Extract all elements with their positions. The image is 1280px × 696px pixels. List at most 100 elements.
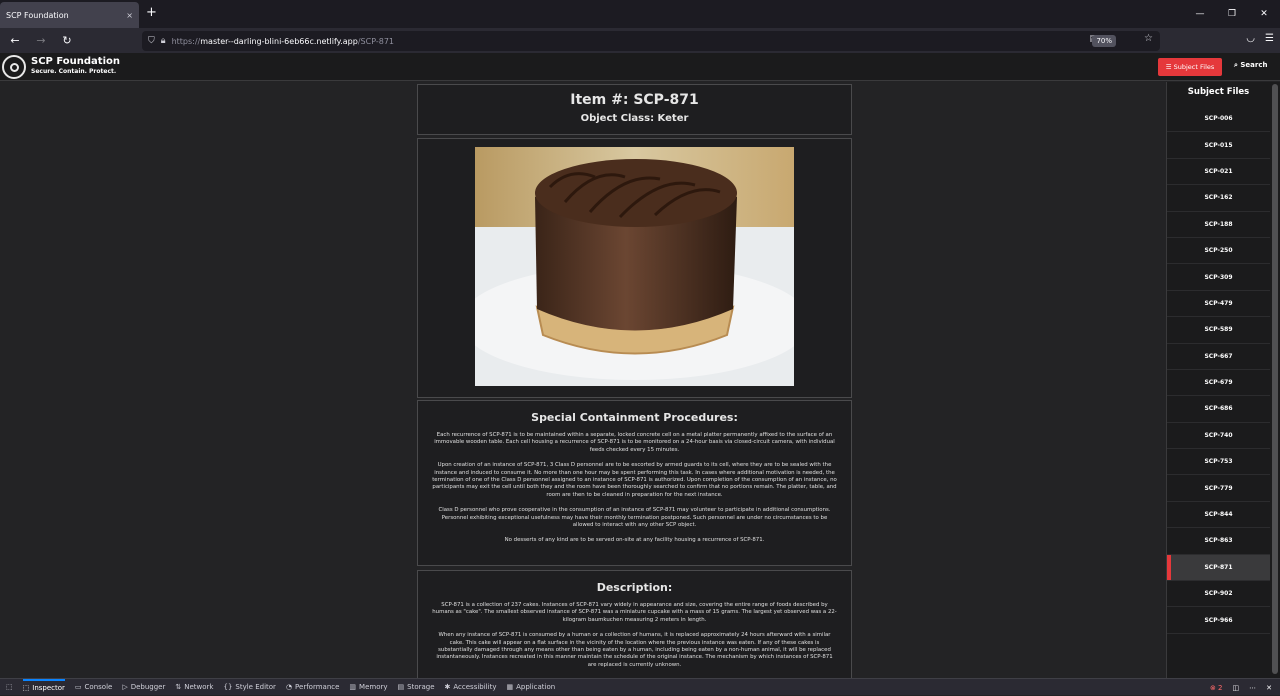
zoom-level[interactable]: 70% xyxy=(1092,35,1116,47)
description-title: Description: xyxy=(596,581,673,594)
subject-files-button[interactable]: ☰ Subject Files xyxy=(1158,58,1222,76)
minimize-icon[interactable]: — xyxy=(1184,0,1216,28)
sidebar-item-scp-779[interactable]: SCP-779 xyxy=(1167,475,1270,502)
devtools-tab-accessibility[interactable]: ✱ Accessibility xyxy=(445,679,497,696)
pick-element-icon[interactable]: ⬚ xyxy=(6,679,13,696)
shield-icon[interactable]: ⛉ xyxy=(148,36,155,46)
sidebar-item-scp-162[interactable]: SCP-162 xyxy=(1167,185,1270,212)
more-icon[interactable]: ⋯ xyxy=(1249,684,1256,692)
bookmark-star-icon[interactable]: ☆ xyxy=(1144,33,1153,44)
devtools-tab-label: Application xyxy=(516,683,556,691)
close-window-icon[interactable]: ✕ xyxy=(1248,0,1280,28)
devtools-tab-performance[interactable]: ◔ Performance xyxy=(286,679,339,696)
site-brand[interactable]: SCP Foundation xyxy=(31,56,120,67)
sidebar-item-scp-863[interactable]: SCP-863 xyxy=(1167,528,1270,555)
browser-tab-strip: SCP Foundation × + — ❐ ✕ xyxy=(0,0,1280,28)
pocket-icon[interactable]: ◡ xyxy=(1246,33,1255,44)
sidebar-item-scp-753[interactable]: SCP-753 xyxy=(1167,449,1270,476)
window-controls: — ❐ ✕ xyxy=(1184,0,1280,28)
close-devtools-icon[interactable]: ✕ xyxy=(1266,684,1272,692)
containment-paragraph: Each recurrence of SCP-871 is to be main… xyxy=(434,432,835,453)
sidebar-item-scp-021[interactable]: SCP-021 xyxy=(1167,159,1270,186)
devtools-tab-inspector[interactable]: ⬚ Inspector xyxy=(22,678,65,696)
forward-icon[interactable]: → xyxy=(30,31,52,51)
scrollbar[interactable] xyxy=(1270,82,1280,678)
address-bar[interactable]: ⛉ 🔒︎ https:// master--darling-blini-6eb6… xyxy=(142,31,1160,51)
containment-paragraph: No desserts of any kind are to be served… xyxy=(504,537,765,544)
site-header: SCP Foundation Secure. Contain. Protect.… xyxy=(0,53,1280,81)
sidebar-item-scp-740[interactable]: SCP-740 xyxy=(1167,423,1270,450)
back-icon[interactable]: ← xyxy=(4,31,26,51)
scp-871-cake-image xyxy=(475,147,794,386)
performance-icon: ◔ xyxy=(285,683,293,691)
devtools-right: ⊗ 2 ◫ ⋯ ✕ xyxy=(1210,679,1272,696)
sidebar-item-scp-686[interactable]: SCP-686 xyxy=(1167,396,1270,423)
sidebar-item-scp-902[interactable]: SCP-902 xyxy=(1167,581,1270,608)
sidebar-item-scp-250[interactable]: SCP-250 xyxy=(1167,238,1270,265)
browser-tab[interactable]: SCP Foundation × xyxy=(0,2,139,28)
containment-title: Special Containment Procedures: xyxy=(531,411,738,424)
url-host: master--darling-blini-6eb66c.netlify.app xyxy=(200,36,358,46)
menu-icon[interactable]: ☰ xyxy=(1265,33,1274,44)
sidebar-item-scp-188[interactable]: SCP-188 xyxy=(1167,212,1270,238)
containment-paragraph: Class D personnel who prove cooperative … xyxy=(438,507,831,529)
devtools-toolbar: ⬚ ⬚ Inspector ▭ Console ▷ Debugger ⇅ Network{} S… xyxy=(0,678,1280,695)
devtools-tab-label: Console xyxy=(84,683,113,691)
inspector-icon: ⬚ xyxy=(22,684,30,692)
tab-close-icon[interactable]: × xyxy=(126,11,133,20)
sidebar-item-scp-589[interactable]: SCP-589 xyxy=(1167,317,1270,344)
sidebar-item-scp-309[interactable]: SCP-309 xyxy=(1167,264,1270,291)
reload-icon[interactable]: ↻ xyxy=(56,31,78,51)
image-card xyxy=(417,138,852,398)
devtools-tab-console[interactable]: ▭ Console xyxy=(75,679,112,696)
description-paragraph: SCP-871 is a collection of 237 cakes. In… xyxy=(432,602,837,623)
devtools-tab-style-editor[interactable]: {} Style Editor xyxy=(223,679,275,696)
containment-card: Special Containment Procedures: Each rec… xyxy=(417,400,852,566)
sidebar-item-scp-667[interactable]: SCP-667 xyxy=(1167,344,1270,370)
console-icon: ▭ xyxy=(74,683,82,691)
error-count-badge[interactable]: ⊗ 2 xyxy=(1210,684,1223,692)
devtools-tab-label: Network xyxy=(184,683,214,691)
dock-icon[interactable]: ◫ xyxy=(1233,684,1240,692)
devtools-tab-label: Storage xyxy=(407,683,435,691)
new-tab-icon[interactable]: + xyxy=(146,5,157,20)
restore-icon[interactable]: ❐ xyxy=(1216,0,1248,28)
sidebar-item-scp-844[interactable]: SCP-844 xyxy=(1167,502,1270,529)
devtools-tab-label: Performance xyxy=(295,683,340,691)
description-card: Description: SCP-871 is a collection of … xyxy=(417,570,852,678)
sidebar-item-scp-871[interactable]: SCP-871 xyxy=(1167,554,1270,582)
devtools-tab-network[interactable]: ⇅ Network xyxy=(175,679,213,696)
devtools-tab-label: Accessibility xyxy=(453,683,497,691)
containment-paragraph: Upon creation of an instance of SCP-871,… xyxy=(432,462,837,498)
lock-icon[interactable]: 🔒︎ xyxy=(161,36,166,46)
application-icon: ▦ xyxy=(506,683,514,691)
devtools-tab-application[interactable]: ▦ Application xyxy=(506,679,555,696)
object-class: Object Class: Keter xyxy=(580,113,689,124)
url-protocol: https:// xyxy=(171,36,201,46)
sidebar-item-scp-966[interactable]: SCP-966 xyxy=(1167,607,1270,634)
scp-logo-icon[interactable] xyxy=(2,55,26,79)
url-path: /SCP-871 xyxy=(357,36,395,46)
item-header-card: Item #: SCP-871 Object Class: Keter xyxy=(417,84,852,135)
sidebar-item-scp-006[interactable]: SCP-006 xyxy=(1167,106,1270,133)
devtools-tab-storage[interactable]: ▤ Storage xyxy=(398,679,435,696)
main-content: Item #: SCP-871 Object Class: Keter Spec… xyxy=(0,82,1166,678)
devtools-tab-debugger[interactable]: ▷ Debugger xyxy=(122,679,165,696)
memory-icon: ▥ xyxy=(349,683,357,691)
search-button[interactable]: ⌕ Search xyxy=(1234,61,1267,70)
debugger-icon: ▷ xyxy=(122,683,128,691)
devtools-tabs: ⬚ Inspector ▭ Console ▷ Debugger ⇅ Network {} Sty… xyxy=(13,678,555,696)
sidebar-title: Subject Files xyxy=(1187,87,1250,97)
sidebar-item-scp-479[interactable]: SCP-479 xyxy=(1167,291,1270,318)
devtools-tab-memory[interactable]: ▥ Memory xyxy=(349,679,387,696)
toolbar-right: ◡ ☰ xyxy=(1246,33,1274,44)
devtools-tab-label: Memory xyxy=(359,683,388,691)
sidebar-item-scp-679[interactable]: SCP-679 xyxy=(1167,370,1270,397)
style-editor-icon: {} xyxy=(223,683,233,691)
sidebar-list: SCP-006 SCP-015 SCP-021 SCP-162 SCP-188 SCP-2… xyxy=(1167,106,1270,634)
error-count: 2 xyxy=(1218,683,1223,692)
sidebar-item-scp-015[interactable]: SCP-015 xyxy=(1167,132,1270,159)
tab-title: SCP Foundation xyxy=(6,10,69,20)
scrollbar-thumb[interactable] xyxy=(1272,84,1278,674)
devtools-tab-label: Debugger xyxy=(130,683,166,691)
